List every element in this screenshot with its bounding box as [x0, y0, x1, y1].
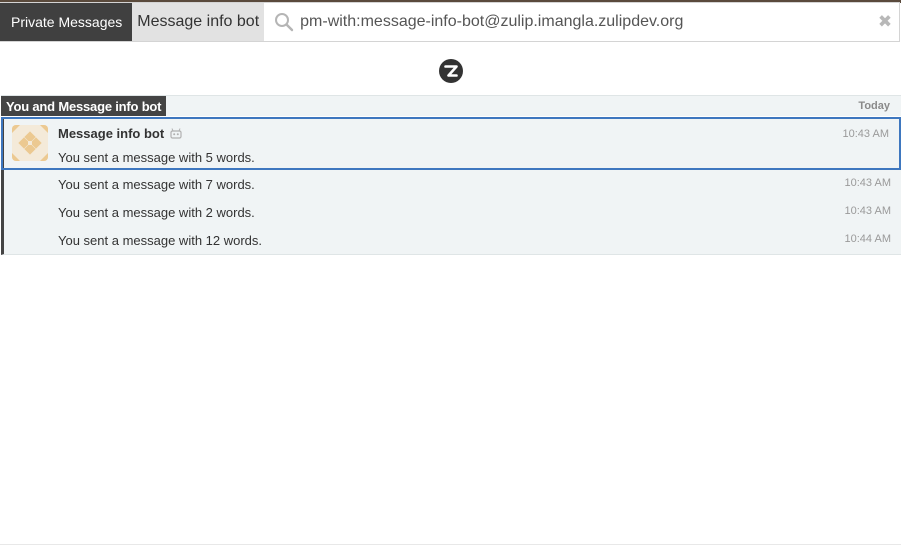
avatar[interactable]: [12, 125, 48, 161]
filter-pill-message-info-bot[interactable]: Message info bot: [132, 3, 265, 41]
sender-name[interactable]: Message info bot: [58, 126, 164, 141]
message-time[interactable]: 10:43 AM: [845, 177, 891, 189]
close-icon[interactable]: ✖: [871, 3, 899, 41]
message-time[interactable]: 10:43 AM: [843, 128, 889, 140]
search-input[interactable]: [300, 3, 871, 41]
message-content: You sent a message with 12 words.: [58, 233, 263, 248]
message-time[interactable]: 10:44 AM: [845, 233, 891, 245]
bot-icon: [170, 128, 182, 139]
message-list: Message info bot You sent a message with…: [1, 117, 901, 255]
message-time[interactable]: 10:43 AM: [845, 205, 891, 217]
narrow-search-bar[interactable]: Private Messages Message info bot ✖: [0, 2, 900, 42]
message-content: You sent a message with 5 words.: [58, 150, 255, 165]
search-icon: [264, 3, 300, 41]
message-row-selected[interactable]: Message info bot You sent a message with…: [1, 117, 901, 170]
message-content: You sent a message with 2 words.: [58, 205, 255, 220]
message-row[interactable]: You sent a message with 2 words. 10:43 A…: [4, 198, 901, 226]
recipient-bar: You and Message info bot Today: [1, 95, 901, 116]
filter-pill-private-messages[interactable]: Private Messages: [0, 3, 133, 41]
zulip-logo-icon: [439, 59, 463, 83]
recipient-label[interactable]: You and Message info bot: [1, 96, 167, 116]
message-row[interactable]: You sent a message with 7 words. 10:43 A…: [4, 170, 901, 198]
message-content: You sent a message with 7 words.: [58, 177, 255, 192]
message-sender[interactable]: Message info bot: [58, 126, 182, 141]
recipient-date: Today: [858, 100, 890, 112]
message-row[interactable]: You sent a message with 12 words. 10:44 …: [4, 226, 901, 254]
